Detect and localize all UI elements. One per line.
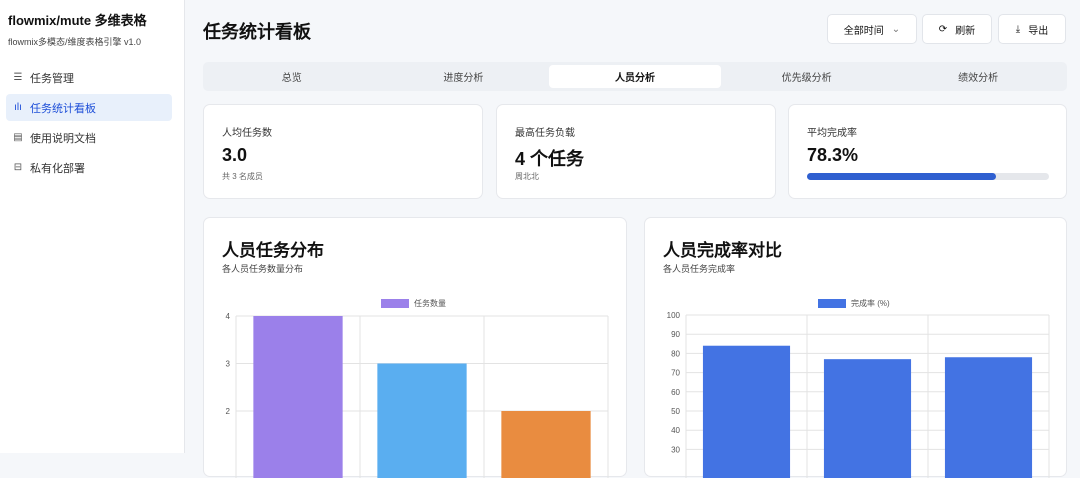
progress-fill [807, 173, 996, 180]
export-label: 导出 [1028, 22, 1048, 37]
tab-bar: 总览 进度分析 人员分析 优先级分析 绩效分析 [203, 62, 1067, 91]
y-tick-label: 2 [226, 407, 231, 416]
legend-swatch [818, 299, 846, 308]
stat-card-completion: 平均完成率 78.3% [788, 104, 1067, 199]
chart-legend[interactable]: 完成率 (%) [818, 298, 890, 309]
page-title: 任务统计看板 [203, 18, 311, 44]
tab-progress[interactable]: 进度分析 [378, 65, 550, 88]
bar [703, 346, 790, 478]
stat-card-max-load: 最高任务负载 4 个任务 周北北 [496, 104, 776, 199]
bar [377, 364, 466, 478]
sidebar-item-deploy[interactable]: ⊟ 私有化部署 [6, 154, 172, 181]
stat-sub: 周北北 [515, 171, 539, 182]
chart-title: 人员完成率对比 [663, 236, 782, 261]
y-tick-label: 90 [671, 330, 680, 339]
bar-chart-icon: ılı [12, 102, 24, 113]
stat-value: 78.3% [807, 145, 858, 166]
chart-title: 人员任务分布 [222, 236, 324, 261]
document-icon: ▤ [12, 132, 24, 143]
y-tick-label: 70 [671, 369, 680, 378]
chart-legend[interactable]: 任务数量 [381, 298, 446, 309]
bar [945, 357, 1032, 478]
bar [253, 316, 342, 478]
export-button[interactable]: ⤓ 导出 [998, 14, 1066, 44]
app-brand: flowmix/mute 多维表格 [8, 10, 147, 29]
y-tick-label: 3 [226, 360, 231, 369]
y-tick-label: 30 [671, 445, 680, 454]
stat-value: 3.0 [222, 145, 247, 166]
tab-performance[interactable]: 绩效分析 [892, 65, 1064, 88]
time-range-value: 全部时间 [844, 22, 884, 37]
y-tick-label: 80 [671, 349, 680, 358]
sidebar-item-label: 私有化部署 [30, 160, 85, 176]
sidebar-item-docs[interactable]: ▤ 使用说明文档 [6, 124, 172, 151]
stat-sub: 共 3 名成员 [222, 171, 263, 182]
y-tick-label: 100 [667, 311, 681, 320]
y-tick-label: 60 [671, 388, 680, 397]
bar [501, 411, 590, 478]
chart-subtitle: 各人员任务数量分布 [222, 262, 303, 275]
sidebar-item-task-management[interactable]: ☰ 任务管理 [6, 64, 172, 91]
time-range-select[interactable]: 全部时间 ⌄ [827, 14, 917, 44]
sidebar: flowmix/mute 多维表格 flowmix多模态/维度表格引擎 v1.0… [0, 0, 185, 453]
server-icon: ⊟ [12, 162, 24, 173]
chart-subtitle: 各人员任务完成率 [663, 262, 735, 275]
stat-label: 最高任务负载 [515, 124, 575, 139]
stat-value: 4 个任务 [515, 145, 584, 171]
y-tick-label: 40 [671, 426, 680, 435]
sidebar-item-label: 任务管理 [30, 70, 74, 86]
sidebar-item-label: 任务统计看板 [30, 100, 96, 116]
sidebar-item-label: 使用说明文档 [30, 130, 96, 146]
database-icon: ☰ [12, 72, 24, 83]
sidebar-item-dashboard[interactable]: ılı 任务统计看板 [6, 94, 172, 121]
legend-label: 完成率 (%) [851, 298, 890, 309]
app-subtitle: flowmix多模态/维度表格引擎 v1.0 [8, 35, 141, 48]
chevron-down-icon: ⌄ [892, 24, 900, 35]
download-icon: ⤓ [1016, 24, 1020, 35]
tab-personnel[interactable]: 人员分析 [549, 65, 721, 88]
y-tick-label: 4 [226, 312, 231, 321]
refresh-button[interactable]: ⟳ 刷新 [922, 14, 992, 44]
tab-overview[interactable]: 总览 [206, 65, 378, 88]
completion-progress-bar [807, 173, 1049, 180]
stat-label: 人均任务数 [222, 124, 272, 139]
stat-label: 平均完成率 [807, 124, 857, 139]
bar [824, 359, 911, 478]
refresh-label: 刷新 [955, 22, 975, 37]
y-tick-label: 50 [671, 407, 680, 416]
stat-card-avg-tasks: 人均任务数 3.0 共 3 名成员 [203, 104, 483, 199]
chart-card-completion-rate: 30 40 50 60 70 80 90 100 人员完成率对比 各人员任务完成率 完成率 (… [644, 217, 1067, 477]
tab-priority[interactable]: 优先级分析 [721, 65, 893, 88]
refresh-icon: ⟳ [939, 24, 947, 35]
chart-card-task-distribution: 2 3 4 人员任务分布 各人员任务数量分布 任务数量 [203, 217, 627, 477]
legend-swatch [381, 299, 409, 308]
legend-label: 任务数量 [414, 298, 446, 309]
